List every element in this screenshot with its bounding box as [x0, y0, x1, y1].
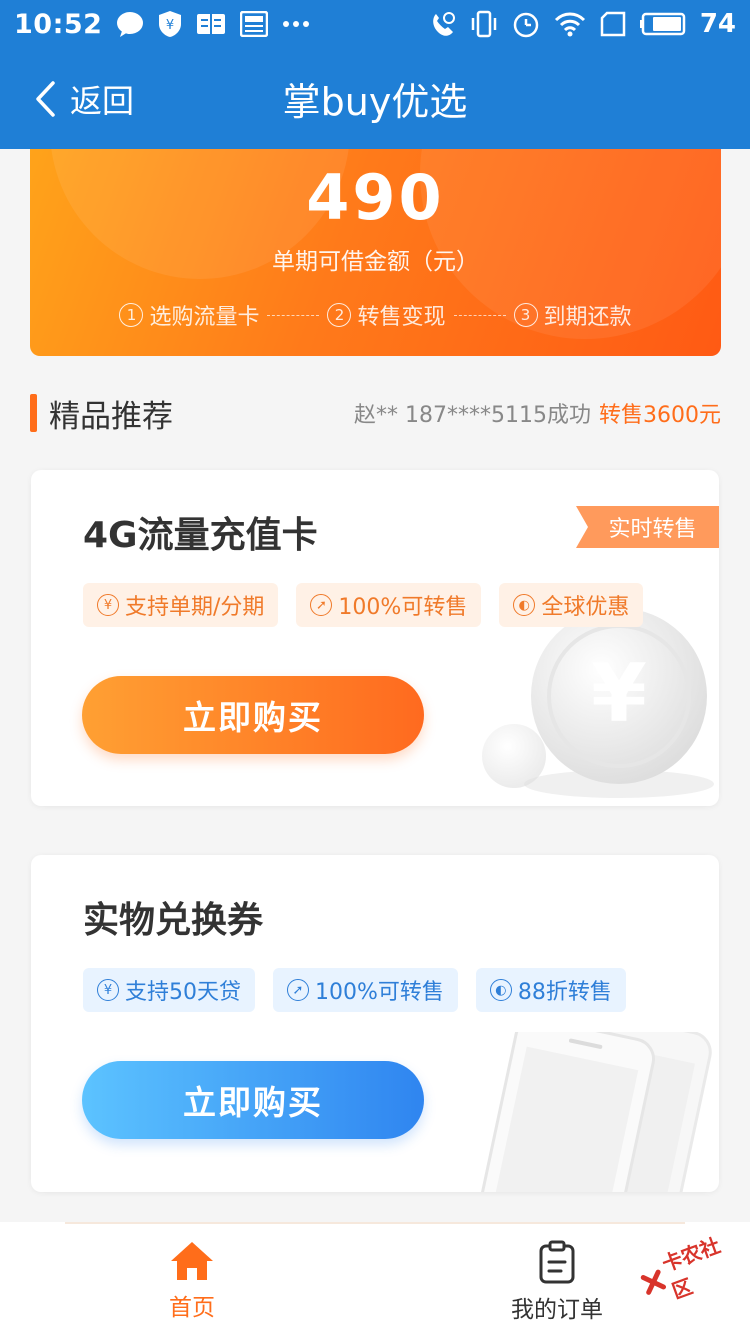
- loan-banner: 490 单期可借金额（元） 1 选购流量卡 2 转售变现 3 到期还款: [30, 149, 721, 356]
- step-3: 3 到期还款: [513, 299, 632, 331]
- mute-icon: [428, 10, 456, 38]
- globe-icon: ◐: [489, 979, 512, 1001]
- feature-tag: ◐ 88折转售: [475, 968, 626, 1012]
- tag-label: 100%可转售: [338, 595, 468, 620]
- card-title: 4G流量充值卡: [83, 515, 318, 556]
- tag-label: 88折转售: [517, 980, 612, 1005]
- battery-level: 74: [699, 9, 736, 39]
- product-card-data-card: ¥ 4G流量充值卡 实时转售 ¥ 支持单期/分期 ➚ 100%可转售 ◐ 全球优…: [31, 470, 719, 806]
- step-label: 选购流量卡: [149, 305, 260, 330]
- feature-tag: ¥ 支持单期/分期: [83, 583, 279, 627]
- step-connector: [267, 314, 320, 316]
- tag-label: 全球优惠: [541, 595, 630, 620]
- share-arrow-icon: ➚: [310, 594, 333, 616]
- svg-text:¥: ¥: [591, 647, 647, 740]
- ticker-amount: 转售3600元: [599, 403, 721, 428]
- feature-tags: ¥ 支持单期/分期 ➚ 100%可转售 ◐ 全球优惠: [83, 583, 644, 627]
- tab-label: 我的订单: [511, 1297, 603, 1323]
- phone-illustration: [476, 1032, 712, 1192]
- yen-icon: ¥: [97, 979, 119, 1001]
- status-bar: 10:52 ¥ 74: [0, 0, 750, 48]
- shield-yen-icon: ¥: [158, 10, 182, 38]
- battery-icon: [639, 12, 686, 36]
- tab-divider: [65, 1222, 685, 1224]
- buy-now-button[interactable]: 立即购买: [82, 676, 424, 754]
- product-card-voucher: 实物兑换券 ¥ 支持50天贷 ➚ 100%可转售 ◐ 88折转售 立即购买: [31, 855, 719, 1192]
- tab-my-orders[interactable]: 我的订单: [487, 1240, 627, 1324]
- step-number: 2: [327, 303, 352, 327]
- step-number: 1: [119, 303, 144, 327]
- status-time: 10:52: [14, 8, 103, 40]
- ticker-text: 赵** 187****5115成功: [354, 403, 591, 428]
- svg-text:¥: ¥: [166, 18, 174, 33]
- section-title-wrap: 精品推荐: [30, 391, 173, 436]
- success-ticker: 赵** 187****5115成功 转售3600元: [354, 397, 721, 429]
- tag-label: 支持50天贷: [125, 980, 241, 1005]
- step-connector: [453, 314, 506, 316]
- tag-label: 100%可转售: [315, 980, 444, 1005]
- tag-label: 支持单期/分期: [125, 595, 265, 620]
- alarm-icon: [512, 10, 540, 38]
- realtime-resale-ribbon: 实时转售: [576, 506, 719, 548]
- section-accent-bar: [30, 394, 37, 432]
- tab-label: 首页: [169, 1295, 215, 1321]
- loan-amount-label: 单期可借金额（元）: [272, 249, 479, 275]
- step-1: 1 选购流量卡: [119, 299, 259, 331]
- book-icon: [196, 12, 226, 36]
- more-dots-icon: [282, 20, 310, 28]
- step-number: 3: [513, 303, 538, 327]
- tab-home[interactable]: 首页: [122, 1240, 262, 1322]
- bottom-tab-bar: 首页 我的订单: [0, 1222, 750, 1333]
- loan-amount: 490: [306, 161, 445, 234]
- chat-bubble-icon: [116, 11, 144, 37]
- feature-tag: ¥ 支持50天贷: [83, 968, 255, 1012]
- buy-now-button[interactable]: 立即购买: [82, 1061, 424, 1139]
- yen-icon: ¥: [97, 594, 119, 616]
- sim-icon: [600, 11, 626, 37]
- step-label: 转售变现: [357, 305, 446, 330]
- section-header: 精品推荐 赵** 187****5115成功 转售3600元: [30, 388, 721, 438]
- home-icon: [169, 1240, 215, 1282]
- status-right: 74: [428, 9, 736, 39]
- step-2: 2 转售变现: [327, 299, 446, 331]
- clipboard-icon: [537, 1240, 577, 1284]
- vibrate-icon: [470, 10, 498, 38]
- process-steps: 1 选购流量卡 2 转售变现 3 到期还款: [30, 299, 721, 331]
- section-title: 精品推荐: [49, 398, 173, 435]
- back-label: 返回: [70, 81, 135, 120]
- nav-bar: 返回 掌buy优选: [0, 48, 750, 149]
- globe-icon: ◐: [513, 594, 536, 616]
- coin-illustration: ¥: [482, 608, 714, 798]
- status-left: 10:52 ¥: [14, 9, 310, 40]
- back-button[interactable]: 返回: [34, 48, 134, 149]
- feature-tags: ¥ 支持50天贷 ➚ 100%可转售 ◐ 88折转售: [83, 968, 626, 1012]
- card-title: 实物兑换券: [83, 900, 264, 941]
- news-icon: [240, 11, 269, 37]
- feature-tag: ◐ 全球优惠: [499, 583, 644, 627]
- wifi-icon: [554, 11, 586, 37]
- step-label: 到期还款: [543, 305, 632, 330]
- feature-tag: ➚ 100%可转售: [296, 583, 482, 627]
- feature-tag: ➚ 100%可转售: [273, 968, 458, 1012]
- chevron-left-icon: [34, 80, 56, 118]
- share-arrow-icon: ➚: [287, 979, 309, 1001]
